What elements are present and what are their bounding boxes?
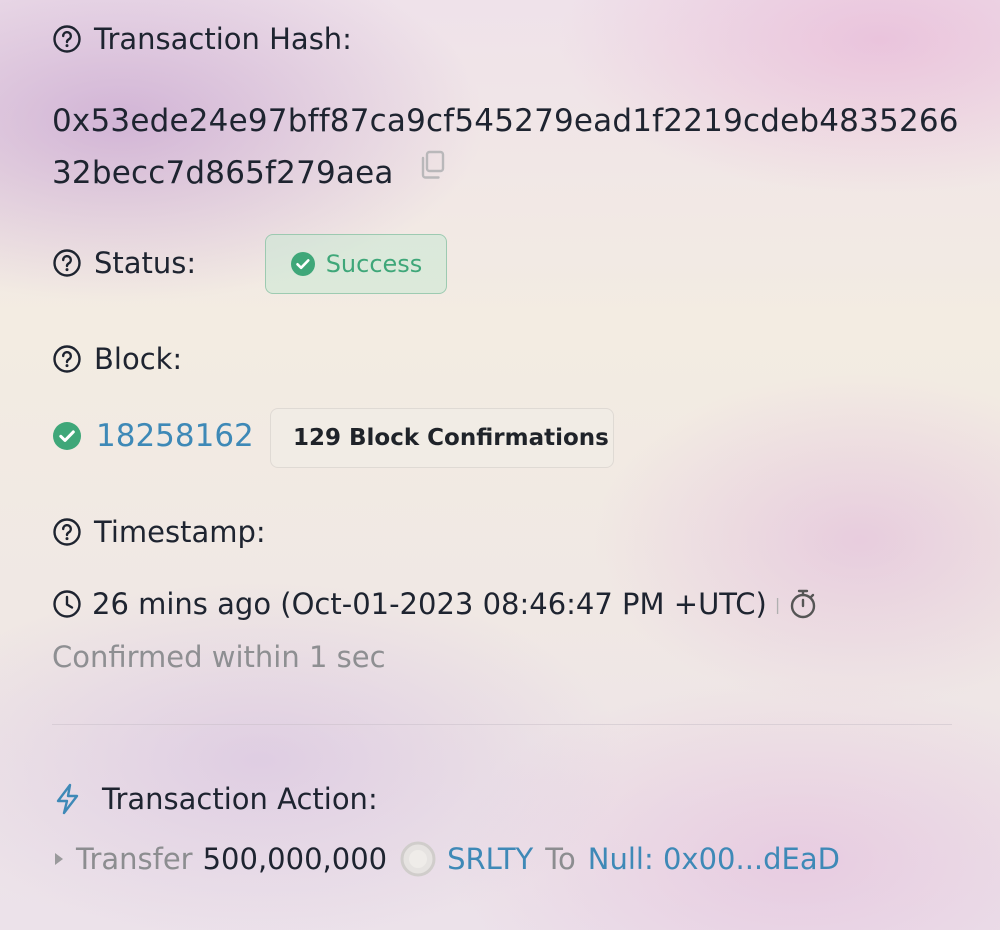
hash-line-1: 0x53ede24e97bff87ca9cf545279ead1f2219cde…: [52, 103, 959, 139]
transaction-action-header: Transaction Action:: [52, 782, 378, 816]
block-label: Block:: [94, 342, 183, 376]
timestamp-header: Timestamp:: [52, 515, 266, 549]
block-confirmations-text: 129 Block Confirmations: [293, 425, 609, 451]
transaction-hash-header: Transaction Hash:: [52, 22, 352, 56]
check-circle-icon: [290, 252, 315, 276]
confirmed-within-text: Confirmed within 1 sec: [52, 640, 386, 674]
recipient-link[interactable]: Null: 0x00...dEaD: [588, 842, 840, 876]
caret-right-icon[interactable]: [52, 850, 66, 868]
status-header: Status:: [52, 246, 196, 280]
status-label: Status:: [94, 246, 197, 280]
copy-icon[interactable]: [416, 146, 450, 198]
action-amount: 500,000,000: [202, 842, 388, 876]
hash-line-2: 32becc7d865f279aea: [52, 155, 394, 191]
transaction-action-label: Transaction Action:: [102, 782, 378, 816]
block-header: Block:: [52, 342, 182, 376]
stopwatch-icon[interactable]: [788, 588, 818, 620]
timestamp-value: 26 mins ago (Oct-01-2023 08:46:47 PM +UT…: [92, 587, 767, 621]
section-divider: [52, 724, 952, 725]
timestamp-separator: |: [774, 594, 781, 614]
question-circle-icon[interactable]: [52, 248, 82, 278]
lightning-icon: [56, 783, 79, 815]
block-confirmations-badge: 129 Block Confirmations: [270, 408, 614, 468]
question-circle-icon[interactable]: [52, 517, 82, 547]
clock-icon: [53, 590, 81, 618]
action-to-word: To: [545, 842, 576, 876]
check-circle-icon: [53, 422, 81, 450]
block-number-row: 18258162: [52, 418, 254, 454]
block-number-link[interactable]: 18258162: [96, 418, 254, 454]
token-link[interactable]: SRLTY: [447, 842, 533, 876]
question-circle-icon[interactable]: [52, 344, 82, 374]
timestamp-row: 26 mins ago (Oct-01-2023 08:46:47 PM +UT…: [52, 587, 818, 621]
question-circle-icon[interactable]: [52, 24, 82, 54]
status-badge: Success: [265, 234, 447, 294]
transaction-hash-label: Transaction Hash:: [94, 22, 352, 56]
token-logo-icon: [400, 841, 436, 877]
status-value: Success: [325, 250, 423, 278]
timestamp-label: Timestamp:: [94, 515, 266, 549]
transaction-action-row: Transfer 500,000,000 SRLTY To Null: 0x00…: [52, 840, 840, 878]
action-verb: Transfer: [76, 842, 193, 876]
transaction-hash-value: 0x53ede24e97bff87ca9cf545279ead1f2219cde…: [52, 95, 959, 199]
